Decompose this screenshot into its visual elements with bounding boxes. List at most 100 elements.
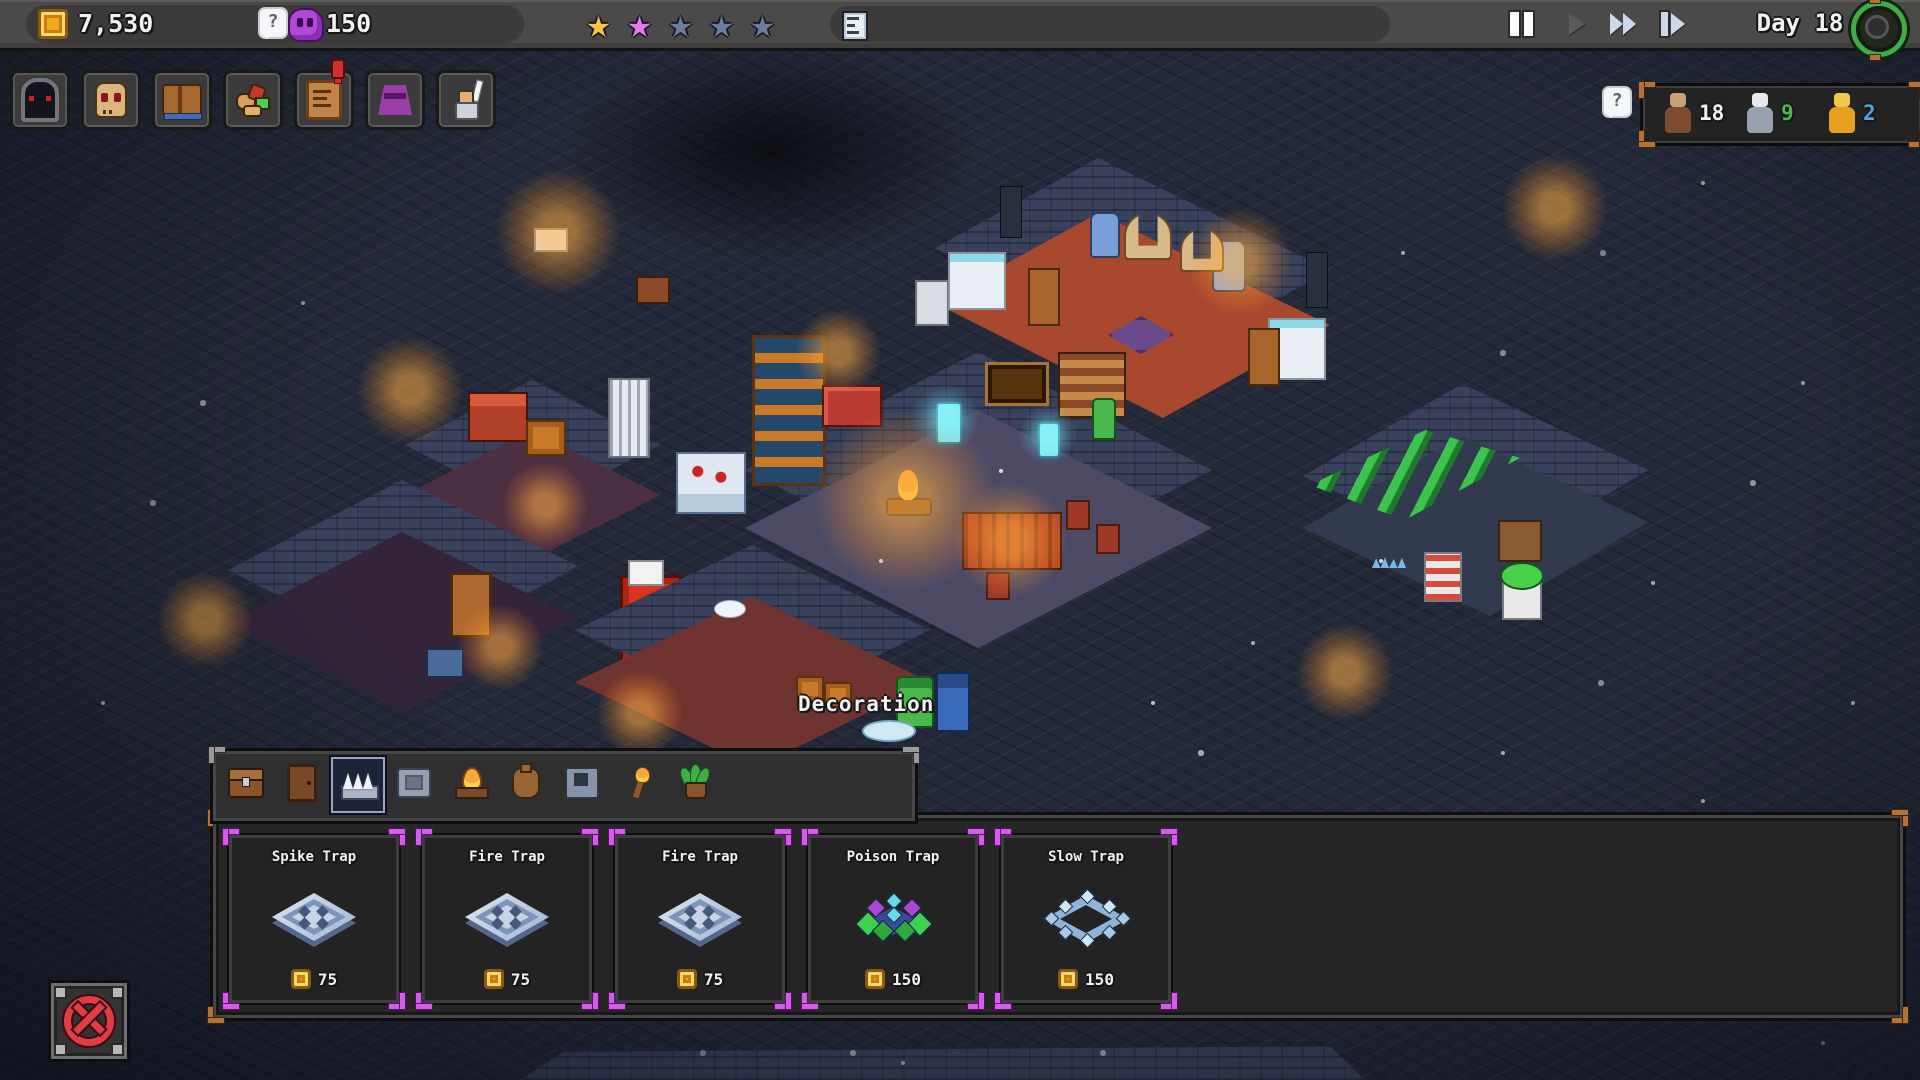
dark-statue <box>1306 252 1328 308</box>
tab-spike-traps[interactable] <box>331 757 385 813</box>
tab-chest[interactable] <box>221 757 271 809</box>
game-screen: Decoration 7,530 ? 150 ★ ★ ★ ★ ★ Day 18 … <box>0 0 1920 1080</box>
floor-plate-trap-icon <box>465 893 549 947</box>
plant-icon <box>677 764 713 799</box>
star-icon-pink <box>619 0 660 48</box>
build-card-fire-trap-2[interactable]: Fire Trap 75 <box>609 829 787 1005</box>
magenta-hook-icon <box>802 829 818 845</box>
build-card-spike-trap[interactable]: Spike Trap 75 <box>223 829 401 1005</box>
gold-coin-icon <box>865 969 886 989</box>
population-panel: 18 9 2 <box>1639 82 1920 146</box>
menu-button-minions[interactable] <box>81 70 141 130</box>
knight-count: 2 <box>1863 101 1876 125</box>
build-card-slow-trap[interactable]: Slow Trap 150 <box>995 829 1173 1005</box>
floor-plate-trap-icon <box>658 893 742 947</box>
torch-glow <box>1295 622 1395 722</box>
build-card-fire-trap[interactable]: Fire Trap 75 <box>416 829 594 1005</box>
star-icon-empty <box>701 0 742 48</box>
crystal <box>936 402 962 444</box>
bronze-hook-icon <box>1639 82 1655 98</box>
wooden-well <box>1498 520 1542 562</box>
wooden-door <box>450 572 492 638</box>
magenta-hook-icon <box>223 993 239 1009</box>
magenta-hook-icon <box>1161 993 1177 1009</box>
magenta-hook-icon <box>775 993 791 1009</box>
chair <box>1096 524 1120 554</box>
menu-button-dungeon-gate[interactable] <box>10 70 70 130</box>
card-title: Fire Trap <box>662 849 738 865</box>
resource-group: 7,530 ? 150 <box>26 5 524 43</box>
hint-bubble-icon[interactable]: ? <box>258 7 288 39</box>
play-button[interactable] <box>1556 4 1598 44</box>
objective-bar[interactable] <box>830 6 1390 42</box>
orange-crate <box>526 420 566 456</box>
planter-bush <box>1500 562 1544 590</box>
card-cost: 150 <box>808 969 978 989</box>
settings-button[interactable] <box>1851 0 1907 61</box>
white-box <box>628 560 664 586</box>
cancel-build-button[interactable] <box>48 980 130 1062</box>
blueprint-icon <box>842 11 868 41</box>
tab-plant[interactable] <box>669 757 719 809</box>
build-card-poison-trap[interactable]: Poison Trap 150 <box>802 829 980 1005</box>
blue-rug <box>426 648 464 678</box>
rivet-icon <box>54 986 67 999</box>
alert-badge-icon <box>331 59 345 84</box>
magenta-hook-icon <box>609 829 625 845</box>
crystal <box>1038 422 1060 458</box>
menu-button-notices[interactable] <box>294 59 354 130</box>
menu-button-altar[interactable] <box>365 70 425 130</box>
tab-jug[interactable] <box>501 757 551 809</box>
star-icon-gold <box>578 0 619 48</box>
magenta-hook-icon <box>802 993 818 1009</box>
peasant-count: 18 <box>1699 101 1725 125</box>
bronze-hook-icon <box>1909 82 1920 98</box>
campfire-flame <box>898 470 918 500</box>
star-icon-empty <box>742 0 783 48</box>
gold-coin-icon <box>483 969 504 989</box>
knight-armor <box>608 378 650 458</box>
fast-forward-button[interactable] <box>1602 4 1644 44</box>
build-category-tabs <box>209 747 919 824</box>
card-title: Fire Trap <box>469 849 545 865</box>
ice-puddle <box>862 720 916 742</box>
hero-icon <box>449 79 484 120</box>
card-title: Slow Trap <box>1048 849 1124 865</box>
tab-forge[interactable] <box>557 757 607 809</box>
kitchen-shelf <box>752 335 826 486</box>
tab-pressure-plate[interactable] <box>389 757 439 809</box>
soul-ghost-icon <box>288 8 324 42</box>
tab-torch[interactable] <box>613 757 663 809</box>
tab-door[interactable] <box>277 757 327 809</box>
magenta-hook-icon <box>995 829 1011 845</box>
magenta-hook-icon <box>223 829 239 845</box>
white-pillars <box>915 280 949 326</box>
forge-icon <box>565 767 599 799</box>
lamp-glow <box>1500 153 1610 263</box>
dining-table <box>962 512 1062 570</box>
gold-coin-icon <box>290 969 311 989</box>
population-peasants: 18 <box>1663 93 1724 133</box>
tab-campfire[interactable] <box>445 757 495 809</box>
skip-button[interactable] <box>1652 4 1694 44</box>
population-hint-bubble[interactable]: ? <box>1602 86 1632 120</box>
rivet-icon <box>111 1043 124 1056</box>
supplies-icon <box>235 82 271 117</box>
blue-vase <box>1090 212 1120 258</box>
poison-trap-icon <box>851 892 935 947</box>
menu-button-supplies[interactable] <box>223 70 283 130</box>
gold-coin-icon <box>1058 969 1079 989</box>
hover-tooltip: Decoration <box>798 692 935 716</box>
souls-amount: 150 <box>326 9 372 38</box>
bronze-lug <box>1869 0 1881 4</box>
menu-button-heroes[interactable] <box>436 70 496 130</box>
magenta-hook-icon <box>582 829 598 845</box>
gray-hook-icon <box>903 747 919 763</box>
pause-button[interactable] <box>1500 4 1542 44</box>
jug-icon <box>512 763 540 799</box>
menu-button-journal[interactable] <box>152 70 212 130</box>
chest-icon <box>228 768 264 798</box>
torch-icon <box>625 767 651 800</box>
gold-amount: 7,530 <box>78 9 154 38</box>
card-cost: 75 <box>615 969 785 989</box>
